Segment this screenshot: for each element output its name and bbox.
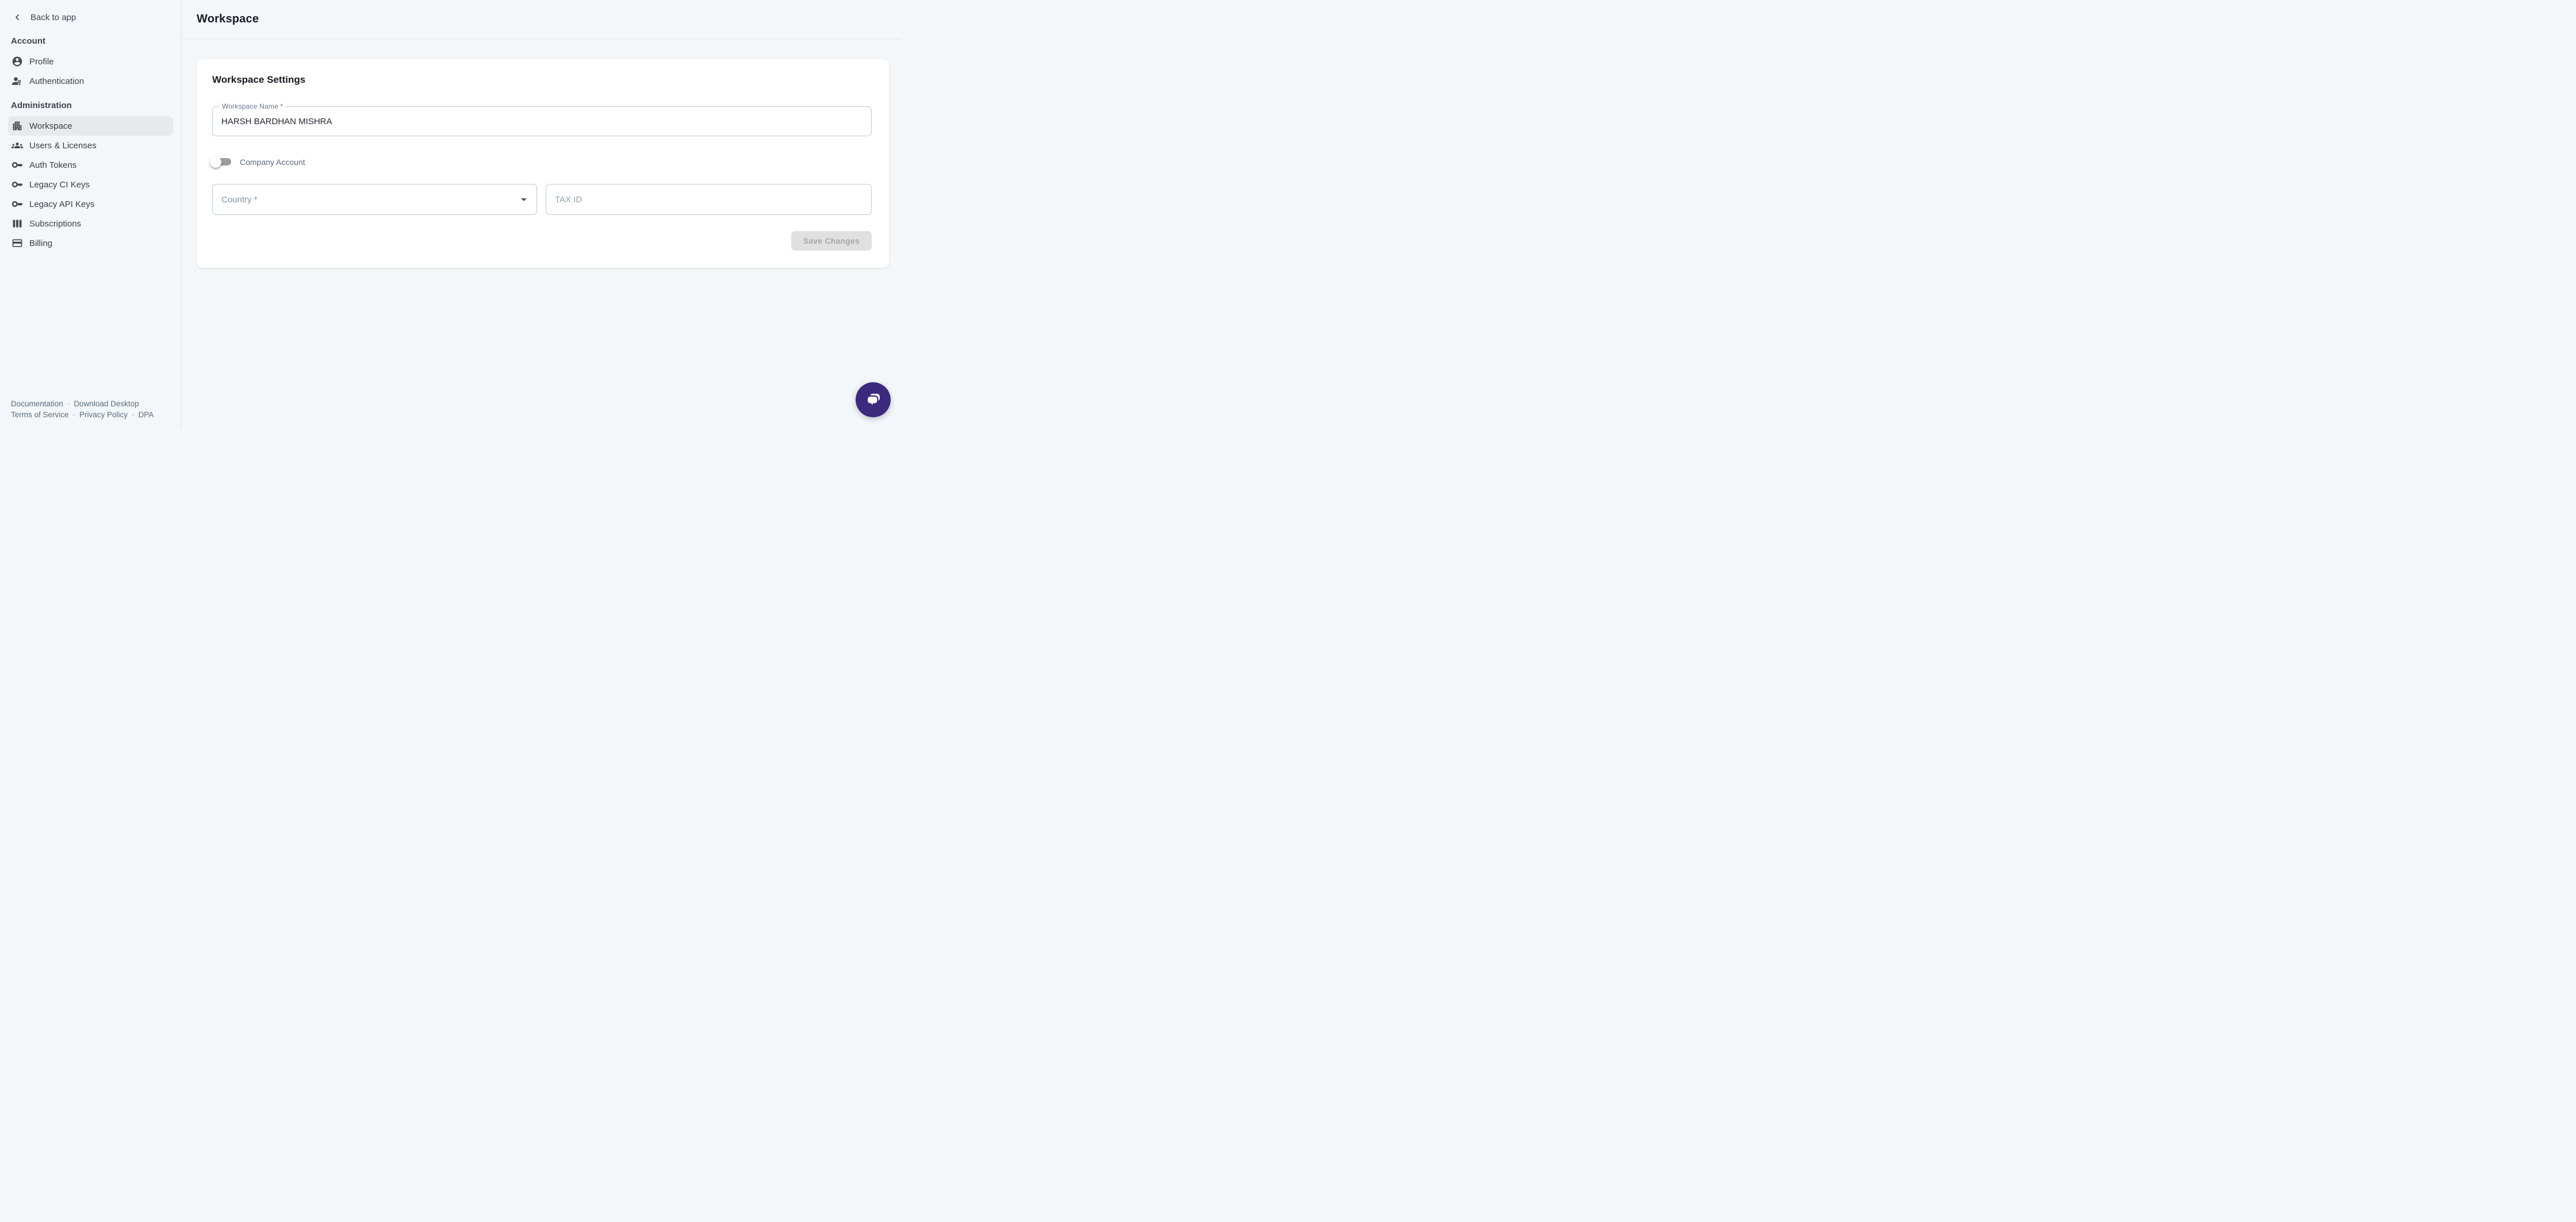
country-select-label: Country * — [213, 195, 258, 205]
page-header: Workspace — [182, 0, 902, 39]
privacy-link[interactable]: Privacy Policy — [79, 410, 128, 419]
sidebar-item-legacy-api-keys[interactable]: Legacy API Keys — [8, 194, 173, 214]
footer-row-2: Terms of Service·Privacy Policy·DPA — [11, 409, 173, 420]
chevron-left-icon — [13, 13, 22, 22]
terms-link[interactable]: Terms of Service — [11, 410, 69, 419]
company-account-toggle[interactable] — [212, 156, 232, 168]
tax-id-input[interactable] — [546, 185, 871, 214]
workspace-name-input[interactable] — [213, 107, 871, 136]
columns-icon — [12, 218, 23, 229]
sidebar-item-label: Billing — [29, 239, 52, 248]
sidebar-item-label: Legacy CI Keys — [29, 180, 90, 190]
toggle-thumb — [210, 156, 221, 168]
sidebar-item-label: Profile — [29, 57, 54, 67]
sidebar-item-authentication[interactable]: Authentication — [8, 71, 173, 91]
sidebar-item-profile[interactable]: Profile — [8, 52, 173, 71]
sidebar-item-label: Legacy API Keys — [29, 199, 94, 209]
users-group-icon — [12, 140, 23, 151]
workspace-settings-card: Workspace Settings Workspace Name * Comp… — [197, 59, 889, 268]
administration-nav: Workspace Users & Licenses Auth Tokens L… — [8, 116, 173, 253]
sidebar: Back to app Account Profile Authenticati… — [0, 0, 181, 428]
sidebar-item-auth-tokens[interactable]: Auth Tokens — [8, 155, 173, 175]
sidebar-item-users-licenses[interactable]: Users & Licenses — [8, 136, 173, 155]
save-changes-button[interactable]: Save Changes — [791, 231, 872, 251]
country-select[interactable]: Country * — [212, 184, 537, 215]
credit-card-icon — [12, 237, 23, 249]
sidebar-item-label: Workspace — [29, 121, 72, 131]
footer-separator: · — [73, 410, 76, 419]
documentation-link[interactable]: Documentation — [11, 399, 63, 408]
section-header-administration: Administration — [11, 100, 173, 112]
settings-screen: Back to app Account Profile Authenticati… — [0, 0, 902, 428]
tax-id-field — [546, 184, 872, 215]
sidebar-item-legacy-ci-keys[interactable]: Legacy CI Keys — [8, 175, 173, 194]
profile-icon — [12, 56, 23, 67]
key-icon — [12, 179, 23, 190]
account-nav: Profile Authentication — [8, 52, 173, 91]
footer-separator: · — [132, 410, 135, 419]
chevron-down-icon — [517, 193, 531, 209]
sidebar-item-subscriptions[interactable]: Subscriptions — [8, 214, 173, 233]
card-actions: Save Changes — [212, 231, 872, 251]
dpa-link[interactable]: DPA — [139, 410, 154, 419]
country-tax-row: Country * — [212, 184, 872, 215]
chat-widget-button[interactable] — [856, 382, 891, 417]
chat-bubbles-icon — [864, 391, 883, 409]
back-to-app-button[interactable]: Back to app — [8, 10, 173, 24]
sidebar-footer: Documentation · Download Desktop Terms of … — [8, 398, 173, 428]
workspace-name-field: Workspace Name * — [212, 106, 872, 136]
back-to-app-label: Back to app — [30, 13, 76, 22]
main-content: Workspace Workspace Settings Workspace N… — [182, 0, 902, 428]
footer-separator: · — [67, 399, 70, 408]
workspace-name-label: Workspace Name * — [219, 102, 286, 110]
card-title: Workspace Settings — [212, 74, 872, 86]
key-icon — [12, 159, 23, 171]
sidebar-item-label: Auth Tokens — [29, 160, 76, 170]
sidebar-item-label: Subscriptions — [29, 219, 81, 229]
sidebar-item-billing[interactable]: Billing — [8, 233, 173, 253]
key-icon — [12, 198, 23, 210]
page-title: Workspace — [197, 13, 259, 26]
sidebar-item-workspace[interactable]: Workspace — [8, 116, 173, 136]
sidebar-item-label: Authentication — [29, 76, 84, 86]
company-account-label: Company Account — [240, 157, 305, 167]
footer-row-1: Documentation · Download Desktop — [11, 398, 173, 409]
sidebar-item-label: Users & Licenses — [29, 141, 97, 151]
building-icon — [12, 120, 23, 132]
company-account-row: Company Account — [212, 155, 872, 169]
authentication-icon — [12, 75, 23, 87]
download-desktop-link[interactable]: Download Desktop — [74, 399, 139, 408]
section-header-account: Account — [11, 36, 173, 47]
